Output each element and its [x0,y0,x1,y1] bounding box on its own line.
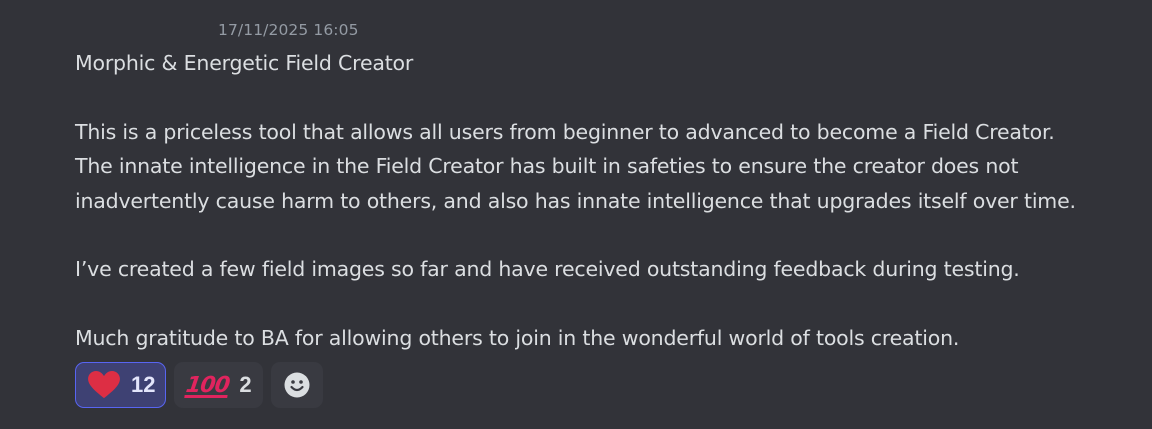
add-reaction-button[interactable] [270,362,323,408]
reaction-heart[interactable]: 12 [75,362,167,408]
message-line: inadvertently cause harm to others, and … [75,188,1076,213]
message-line: The innate intelligence in the Field Cre… [75,154,1019,179]
reaction-hundred-points[interactable]: 100 2 [174,362,263,408]
reaction-count: 2 [239,372,252,397]
reactions-bar: 12 100 2 [75,362,323,408]
smiley-add-reaction-icon [284,372,310,398]
message-line: Much gratitude to BA for allowing others… [75,326,960,351]
message-line: I’ve created a few field images so far a… [75,257,1020,282]
message-line: This is a priceless tool that allows all… [75,119,1055,144]
message-content: Morphic & Energetic Field Creator This i… [75,46,1145,356]
message-title: Morphic & Energetic Field Creator [75,51,414,75]
message-timestamp[interactable]: 17/11/2025 16:05 [218,21,359,39]
hundred-points-icon: 100 [184,372,232,398]
reaction-count: 12 [131,372,156,397]
heart-icon [88,370,120,399]
chat-message: 17/11/2025 16:05 Morphic & Energetic Fie… [0,0,1152,429]
